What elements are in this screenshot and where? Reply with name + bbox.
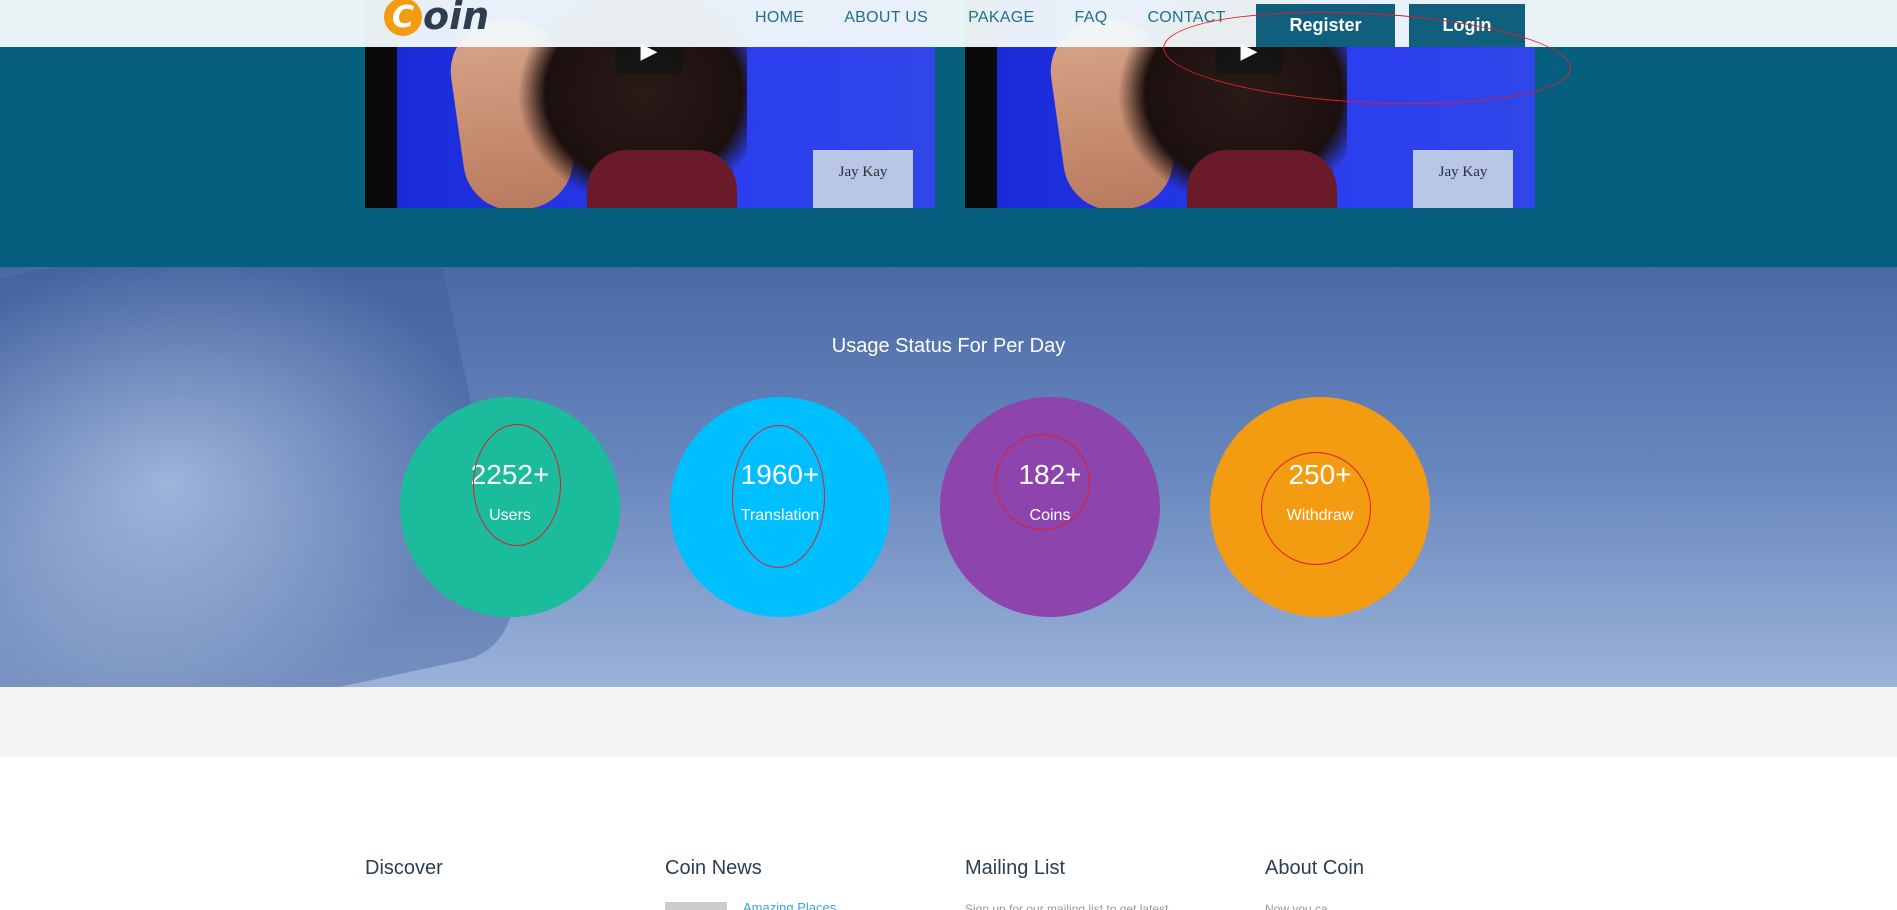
stat-circle-withdraw: 250+ Withdraw: [1210, 397, 1430, 617]
stat-label: Translation: [740, 507, 820, 524]
stat-label: Users: [489, 507, 531, 524]
nav-about-us[interactable]: ABOUT US: [844, 9, 928, 27]
stat-label: Withdraw: [1286, 507, 1354, 524]
footer-column-mailing: Mailing List: [965, 857, 1065, 880]
spacer-band: [0, 687, 1897, 757]
about-coin-text: Now you ca...: [1265, 902, 1338, 910]
footer-column-discover: Discover: [365, 857, 443, 880]
video-caption: Jay Kay: [813, 150, 913, 208]
stat-value: 182+: [1018, 459, 1082, 490]
footer-heading: Discover: [365, 857, 443, 879]
logo-coin-icon: C: [384, 0, 422, 36]
footer-column-news: Coin News: [665, 857, 945, 880]
footer-heading: Mailing List: [965, 857, 1066, 879]
usage-stats-section: Usage Status For Per Day 2252+ Users 196…: [0, 267, 1897, 687]
stat-value: 250+: [1288, 459, 1352, 490]
nav-contact[interactable]: CONTACT: [1147, 9, 1225, 27]
stat-circle-users: 2252+ Users: [400, 397, 620, 617]
nav-home[interactable]: HOME: [755, 9, 804, 27]
stat-value: 1960+: [740, 459, 820, 490]
stat-circle-translation: 1960+ Translation: [670, 397, 890, 617]
stat-circle-coins: 182+ Coins: [940, 397, 1160, 617]
news-link[interactable]: Amazing Places: [743, 900, 836, 910]
thumbnail-figure-dress: [587, 150, 737, 208]
login-button[interactable]: Login: [1409, 4, 1525, 47]
footer-heading: Coin News: [665, 857, 762, 879]
stat-value: 2252+: [470, 459, 550, 490]
mailing-list-text: Sign up for our mailing list to get late…: [965, 902, 1169, 910]
footer-heading: About Coin: [1265, 857, 1364, 879]
main-nav: HOME ABOUT US PAKAGE FAQ CONTACT: [755, 0, 1266, 36]
site-footer: Discover Coin News Mailing List About Co…: [0, 757, 1897, 910]
video-caption: Jay Kay: [1413, 150, 1513, 208]
register-button[interactable]: Register: [1256, 4, 1395, 47]
nav-faq[interactable]: FAQ: [1075, 9, 1108, 27]
nav-pakage[interactable]: PAKAGE: [968, 9, 1034, 27]
thumbnail-figure-dress: [1187, 150, 1337, 208]
stats-title: Usage Status For Per Day: [831, 335, 1066, 357]
site-header: C oin HOME ABOUT US PAKAGE FAQ CONTACT R…: [0, 0, 1897, 47]
logo-text: oin: [423, 0, 490, 38]
footer-column-about: About Coin: [1265, 857, 1364, 880]
news-thumbnail[interactable]: [665, 902, 727, 910]
logo[interactable]: C oin: [384, 0, 489, 38]
stat-label: Coins: [1029, 507, 1071, 524]
